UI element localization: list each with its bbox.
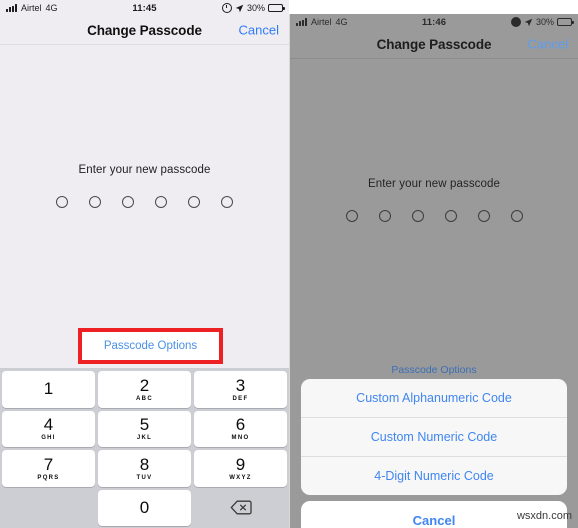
- keypad-key-8[interactable]: 8 TUV: [98, 450, 191, 487]
- keypad-key-9[interactable]: 9 WXYZ: [194, 450, 287, 487]
- page-title: Change Passcode: [87, 22, 202, 38]
- passcode-dot: [122, 196, 134, 208]
- key-letters: PQRS: [37, 474, 60, 481]
- nav-divider: [0, 44, 289, 45]
- passcode-prompt-right: Enter your new passcode: [290, 178, 578, 222]
- keypad-spacer: [2, 490, 95, 527]
- passcode-options-highlight: Passcode Options: [78, 328, 223, 364]
- passcode-dot: [378, 210, 391, 222]
- location-arrow-icon: [524, 18, 533, 26]
- key-letters: TUV: [136, 474, 153, 481]
- key-number: 8: [139, 454, 150, 474]
- battery-percent-label: 30%: [246, 3, 265, 13]
- passcode-options-button[interactable]: Passcode Options: [82, 332, 219, 360]
- status-bar-left: Airtel 4G 11:45 30%: [0, 0, 289, 16]
- action-sheet-options-group: Custom Alphanumeric Code Custom Numeric …: [301, 379, 567, 495]
- nav-cancel-button[interactable]: Cancel: [528, 37, 568, 52]
- passcode-dot: [89, 196, 101, 208]
- right-phone-screen: Airtel 4G 11:46 30% Change Passcode Canc…: [289, 14, 578, 528]
- keypad-key-1[interactable]: 1: [2, 371, 95, 408]
- battery-icon: [268, 4, 285, 12]
- key-number: 7: [43, 454, 54, 474]
- screenshot-stage: Airtel 4G 11:45 30% Change Passcode Canc…: [0, 0, 578, 528]
- numeric-keypad: 1 2 ABC 3 DEF 4 GHI 5 JKL 6 MNO 7 PQRS 8…: [0, 368, 289, 528]
- alarm-clock-icon: [510, 17, 521, 27]
- key-letters: WXYZ: [229, 474, 252, 481]
- key-number: 2: [139, 375, 150, 395]
- nav-cancel-button[interactable]: Cancel: [239, 23, 279, 38]
- option-4-digit-numeric-code[interactable]: 4-Digit Numeric Code: [301, 457, 567, 495]
- keypad-row: 0: [2, 489, 287, 527]
- keypad-row: 1 2 ABC 3 DEF: [2, 371, 287, 408]
- passcode-dot: [444, 210, 457, 222]
- left-phone-screen: Airtel 4G 11:45 30% Change Passcode Canc…: [0, 0, 289, 528]
- key-letters: MNO: [231, 435, 250, 442]
- passcode-dot: [155, 196, 167, 208]
- keypad-key-2[interactable]: 2 ABC: [98, 371, 191, 408]
- action-sheet-title: Passcode Options: [391, 364, 477, 376]
- battery-percent-label: 30%: [535, 17, 554, 27]
- keypad-key-6[interactable]: 6 MNO: [194, 410, 287, 447]
- status-bar-right-group: 30%: [221, 3, 285, 13]
- keypad-key-3[interactable]: 3 DEF: [194, 371, 287, 408]
- key-number: 1: [43, 378, 54, 398]
- page-title: Change Passcode: [376, 36, 492, 52]
- passcode-dots: [290, 210, 578, 222]
- nav-divider: [290, 58, 578, 59]
- battery-icon: [557, 18, 574, 26]
- passcode-dot: [510, 210, 523, 222]
- key-letters: ABC: [136, 395, 153, 402]
- key-number: 6: [235, 415, 246, 435]
- key-number: 5: [139, 415, 150, 435]
- passcode-prompt-text: Enter your new passcode: [78, 164, 211, 176]
- key-letters: GHI: [41, 435, 56, 442]
- passcode-dot: [411, 210, 424, 222]
- key-letters: JKL: [136, 435, 153, 442]
- keypad-delete-button[interactable]: [194, 490, 287, 527]
- status-bar-right: Airtel 4G 11:46 30%: [290, 14, 578, 30]
- key-letters: DEF: [232, 395, 249, 402]
- key-number: 0: [139, 498, 150, 518]
- backspace-icon: [229, 500, 252, 515]
- keypad-key-7[interactable]: 7 PQRS: [2, 450, 95, 487]
- passcode-dot: [188, 196, 200, 208]
- status-bar-right-group: 30%: [510, 17, 574, 27]
- keypad-key-4[interactable]: 4 GHI: [2, 410, 95, 447]
- option-custom-numeric-code[interactable]: Custom Numeric Code: [301, 418, 567, 456]
- passcode-dot: [345, 210, 358, 222]
- keypad-row: 7 PQRS 8 TUV 9 WXYZ: [2, 450, 287, 487]
- nav-bar-left: Change Passcode Cancel: [0, 16, 289, 44]
- key-number: 4: [43, 415, 54, 435]
- key-number: 9: [235, 454, 246, 474]
- passcode-prompt-left: Enter your new passcode: [0, 164, 289, 208]
- keypad-row: 4 GHI 5 JKL 6 MNO: [2, 410, 287, 447]
- passcode-dot: [56, 196, 68, 208]
- alarm-clock-icon: [221, 3, 232, 13]
- location-arrow-icon: [235, 4, 244, 12]
- action-sheet: Custom Alphanumeric Code Custom Numeric …: [301, 379, 567, 528]
- watermark: wsxdn.com: [516, 510, 572, 522]
- keypad-key-0[interactable]: 0: [98, 489, 191, 526]
- key-number: 3: [235, 375, 246, 395]
- keypad-key-5[interactable]: 5 JKL: [98, 410, 191, 447]
- passcode-dot: [477, 210, 490, 222]
- option-custom-alphanumeric-code[interactable]: Custom Alphanumeric Code: [301, 379, 567, 417]
- passcode-prompt-text: Enter your new passcode: [367, 178, 501, 190]
- passcode-dot: [221, 196, 233, 208]
- passcode-dots: [0, 196, 289, 208]
- nav-bar-right: Change Passcode Cancel: [290, 30, 578, 58]
